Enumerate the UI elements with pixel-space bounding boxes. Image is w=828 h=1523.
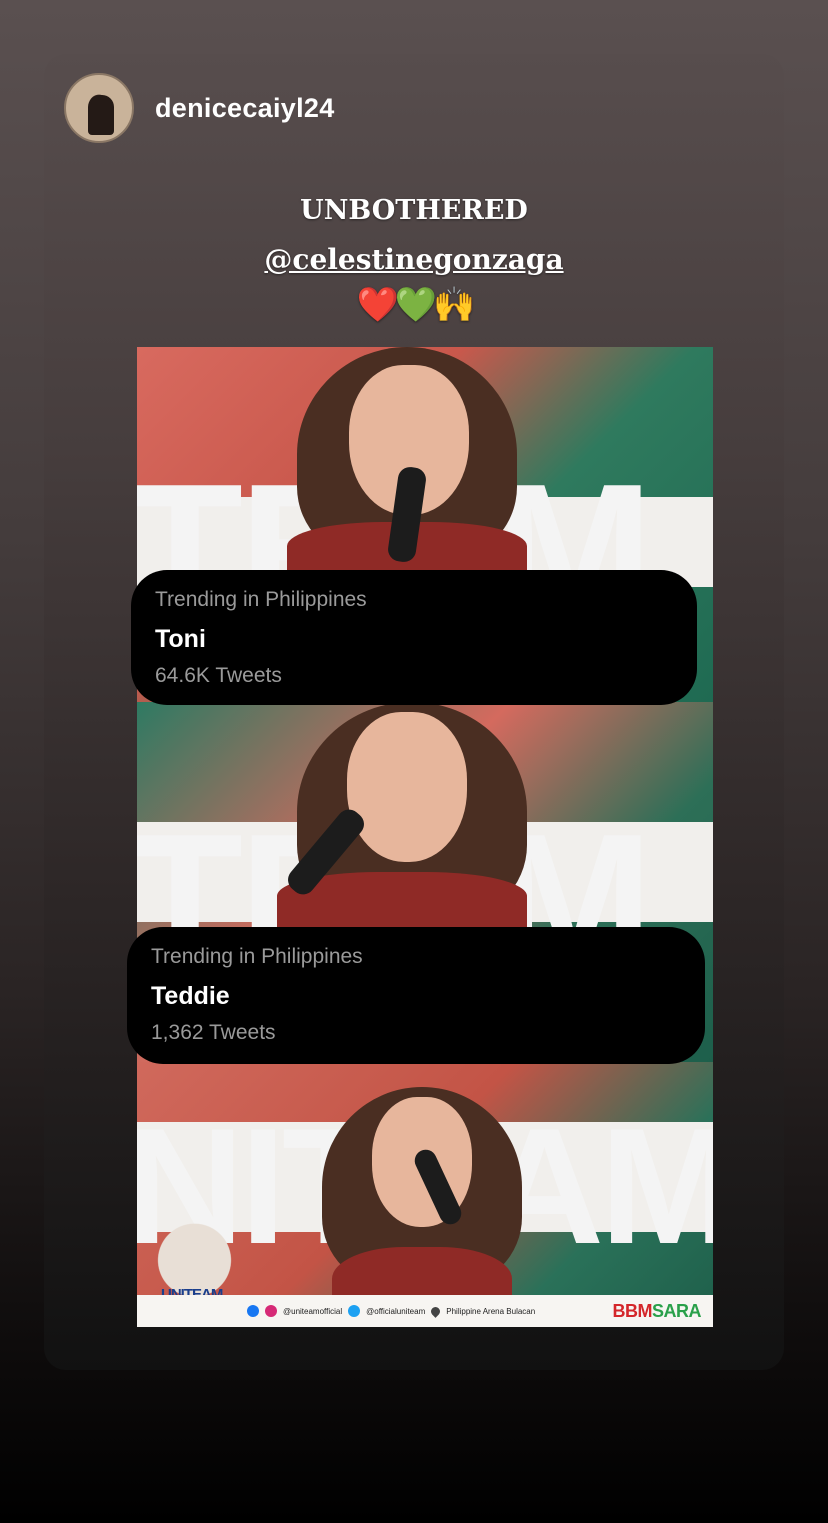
trending-card-1: Trending in Philippines Toni 64.6K Tweet…: [131, 570, 697, 705]
story-username[interactable]: denicecaiyl24: [155, 93, 335, 124]
caption-text: UNBOTHERED: [300, 195, 528, 226]
caption-mention-line: @celestinegonzaga: [0, 243, 828, 276]
footer-venue: Philippine Arena Bulacan: [446, 1306, 536, 1316]
trend-location: Trending in Philippines: [155, 588, 367, 611]
footer-handle-2: @officialuniteam: [366, 1306, 426, 1316]
trend-tweet-count: 1,362 Tweets: [151, 1021, 276, 1044]
shared-photo: TEAM TEAM NITEAM UNITEAM 2022: [137, 347, 713, 1327]
mention-link[interactable]: @celestinegonzaga: [264, 243, 563, 276]
singer-image: [312, 1087, 552, 1327]
facebook-icon: [247, 1305, 259, 1317]
footer-handle: @uniteamofficial: [283, 1306, 343, 1316]
location-pin-icon: [429, 1304, 443, 1318]
singer-image: [287, 347, 547, 582]
singer-image: [267, 702, 567, 932]
photo-footer-bar: @uniteamofficial @officialuniteam Philip…: [137, 1295, 713, 1327]
caption-emojis: ❤️💚🙌: [356, 285, 475, 325]
trend-name: Toni: [155, 625, 206, 653]
trend-name: Teddie: [151, 982, 230, 1010]
trending-card-2: Trending in Philippines Teddie 1,362 Twe…: [127, 927, 705, 1064]
trend-tweet-count: 64.6K Tweets: [155, 664, 282, 687]
instagram-icon: [265, 1305, 277, 1317]
footer-brand: BBMSARA: [612, 1301, 701, 1321]
twitter-icon: [348, 1305, 361, 1317]
profile-avatar[interactable]: [64, 73, 134, 143]
trend-location: Trending in Philippines: [151, 945, 363, 968]
